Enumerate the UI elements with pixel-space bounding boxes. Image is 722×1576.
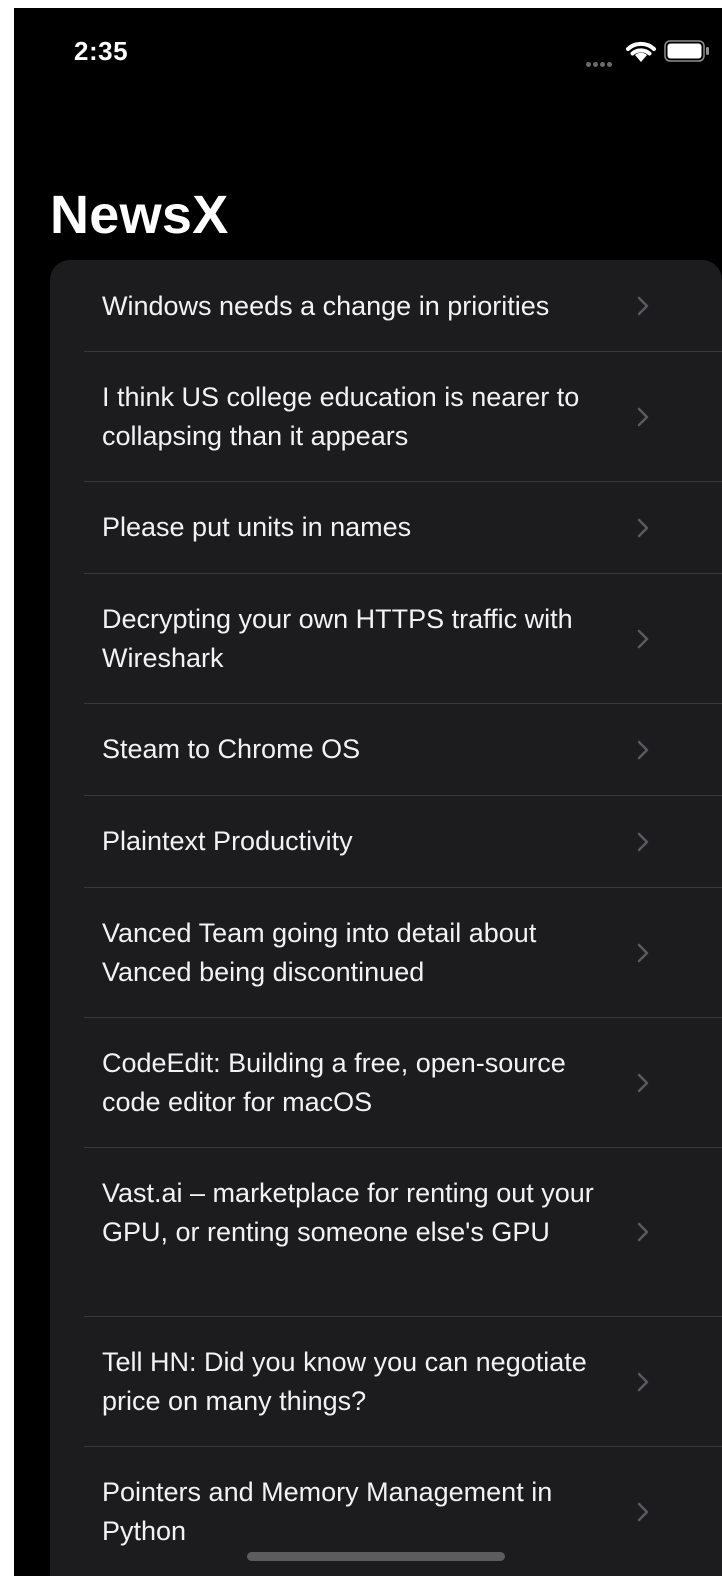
news-list-item[interactable]: I think US college education is nearer t… bbox=[50, 352, 722, 482]
news-list-item[interactable]: Steam to Chrome OS bbox=[50, 704, 722, 796]
news-item-title: Vanced Team going into detail about Vanc… bbox=[102, 918, 537, 987]
status-bar: 2:35 bbox=[14, 8, 722, 98]
chevron-right-icon bbox=[637, 832, 649, 852]
news-item-title: CodeEdit: Building a free, open-source c… bbox=[102, 1048, 566, 1117]
news-item-title: I think US college education is nearer t… bbox=[102, 382, 580, 451]
chevron-right-icon bbox=[637, 1222, 649, 1242]
chevron-right-icon bbox=[637, 407, 649, 427]
news-list-item[interactable]: Vanced Team going into detail about Vanc… bbox=[50, 888, 722, 1018]
chevron-right-icon bbox=[637, 1073, 649, 1093]
news-item-title: Pointers and Memory Management in Python bbox=[102, 1477, 553, 1546]
chevron-right-icon bbox=[637, 296, 649, 316]
chevron-right-icon bbox=[637, 943, 649, 963]
chevron-right-icon bbox=[637, 518, 649, 538]
news-item-title: Please put units in names bbox=[102, 512, 412, 542]
page-title: NewsX bbox=[50, 185, 229, 245]
wifi-icon bbox=[626, 41, 656, 62]
news-list-item[interactable]: CodeEdit: Building a free, open-source c… bbox=[50, 1018, 722, 1148]
news-list-item[interactable]: Please put units in names bbox=[50, 482, 722, 574]
news-item-title: Tell HN: Did you know you can negotiate … bbox=[102, 1347, 587, 1416]
chevron-right-icon bbox=[637, 1502, 649, 1522]
news-list-item[interactable]: Plaintext Productivity bbox=[50, 796, 722, 888]
news-item-title: Decrypting your own HTTPS traffic with W… bbox=[102, 604, 573, 673]
news-list-item[interactable]: Vast.ai – marketplace for renting out yo… bbox=[50, 1148, 722, 1317]
chevron-right-icon bbox=[637, 1372, 649, 1392]
chevron-right-icon bbox=[637, 629, 649, 649]
news-list-item[interactable]: Windows needs a change in priorities bbox=[50, 260, 722, 352]
chevron-right-icon bbox=[637, 740, 649, 760]
news-list-item[interactable]: Decrypting your own HTTPS traffic with W… bbox=[50, 574, 722, 704]
cellular-signal-icon bbox=[586, 54, 620, 67]
news-item-title: Windows needs a change in priorities bbox=[102, 291, 550, 321]
news-item-title: Steam to Chrome OS bbox=[102, 734, 361, 764]
home-indicator[interactable] bbox=[247, 1552, 505, 1561]
news-item-title: Vast.ai – marketplace for renting out yo… bbox=[102, 1178, 594, 1247]
status-time: 2:35 bbox=[74, 36, 129, 66]
battery-icon bbox=[664, 40, 709, 62]
news-list: Windows needs a change in priorities I t… bbox=[50, 260, 722, 1576]
news-item-title: Plaintext Productivity bbox=[102, 826, 353, 856]
app-screen: 2:35 NewsX Windows needs a change in pri… bbox=[14, 8, 722, 1576]
news-list-item[interactable]: Tell HN: Did you know you can negotiate … bbox=[50, 1317, 722, 1447]
